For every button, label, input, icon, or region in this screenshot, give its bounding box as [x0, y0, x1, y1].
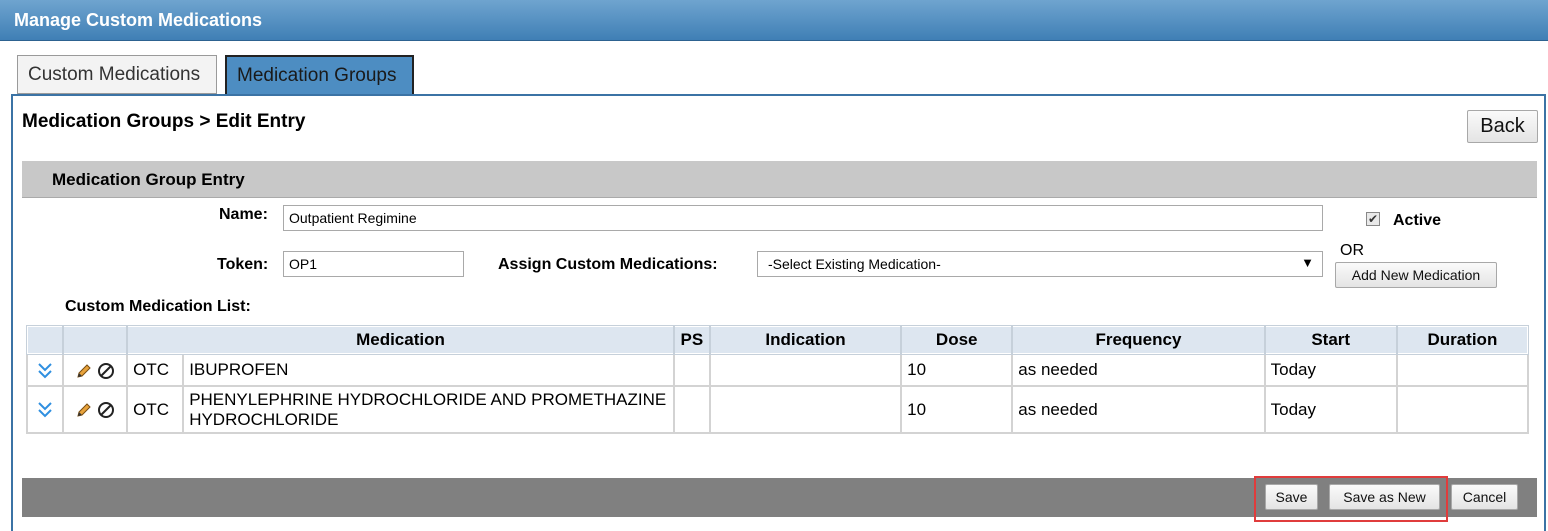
pencil-icon[interactable]	[75, 401, 93, 419]
page-title: Medication Groups > Edit Entry	[22, 111, 306, 132]
active-checkbox[interactable]: ✔	[1366, 212, 1380, 226]
ban-icon[interactable]	[97, 401, 115, 419]
active-label: Active	[1393, 212, 1442, 229]
actions-cell	[62, 353, 129, 387]
assign-medication-selected: -Select Existing Medication-	[768, 256, 941, 272]
section-title: Medication Group Entry	[52, 170, 245, 189]
header-start: Start	[1263, 325, 1398, 355]
start-cell: Today	[1263, 385, 1398, 434]
table-header-row: Medication PS Indication Dose Frequency …	[25, 325, 1530, 355]
dropdown-arrow-icon: ▼	[1301, 255, 1314, 270]
indication-cell	[708, 385, 903, 434]
back-button[interactable]: Back	[1467, 110, 1538, 143]
medication-cell: PHENYLEPHRINE HYDROCHLORIDE AND PROMETHA…	[182, 385, 675, 434]
header-medication: Medication	[126, 325, 675, 355]
header-actions	[62, 325, 129, 355]
section-header: Medication Group Entry	[22, 161, 1537, 198]
ps-cell	[672, 353, 711, 387]
actions-cell	[62, 385, 129, 434]
window-title: Manage Custom Medications	[14, 10, 263, 30]
or-label: OR	[1340, 242, 1364, 259]
custom-medication-list-label: Custom Medication List:	[65, 298, 251, 315]
duration-cell	[1395, 353, 1530, 387]
assign-medication-select[interactable]: -Select Existing Medication- ▼	[757, 251, 1323, 277]
dose-cell: 10	[900, 353, 1014, 387]
expand-cell	[25, 353, 65, 387]
window-titlebar: Manage Custom Medications	[0, 0, 1548, 41]
name-field[interactable]	[283, 205, 1323, 231]
double-chevron-down-icon[interactable]	[37, 401, 53, 419]
add-new-medication-button[interactable]: Add New Medication	[1335, 262, 1497, 288]
header-frequency: Frequency	[1011, 325, 1266, 355]
ps-cell	[672, 385, 711, 434]
medication-cell: IBUPROFEN	[182, 353, 675, 387]
header-dose: Dose	[900, 325, 1014, 355]
double-chevron-down-icon[interactable]	[37, 362, 53, 380]
frequency-cell: as needed	[1011, 353, 1266, 387]
highlight-box	[1254, 476, 1448, 522]
name-label: Name:	[219, 206, 268, 223]
indication-cell	[708, 353, 903, 387]
duration-cell	[1395, 385, 1530, 434]
cancel-button[interactable]: Cancel	[1451, 484, 1518, 510]
pencil-icon[interactable]	[75, 362, 93, 380]
type-cell: OTC	[126, 385, 185, 434]
tab-custom-medications[interactable]: Custom Medications	[17, 55, 217, 94]
table-row: OTC IBUPROFEN 10 as needed Today	[25, 353, 1530, 387]
type-cell: OTC	[126, 353, 185, 387]
tab-medication-groups[interactable]: Medication Groups	[225, 55, 414, 94]
ban-icon[interactable]	[97, 362, 115, 380]
header-expand	[25, 325, 65, 355]
token-label: Token:	[217, 256, 269, 273]
frequency-cell: as needed	[1011, 385, 1266, 434]
header-ps: PS	[672, 325, 711, 355]
medication-table: Medication PS Indication Dose Frequency …	[25, 325, 1530, 434]
token-field[interactable]	[283, 251, 464, 277]
dose-cell: 10	[900, 385, 1014, 434]
expand-cell	[25, 385, 65, 434]
start-cell: Today	[1263, 353, 1398, 387]
header-indication: Indication	[708, 325, 903, 355]
header-duration: Duration	[1395, 325, 1530, 355]
table-row: OTC PHENYLEPHRINE HYDROCHLORIDE AND PROM…	[25, 385, 1530, 434]
assign-medications-label: Assign Custom Medications:	[498, 256, 718, 273]
